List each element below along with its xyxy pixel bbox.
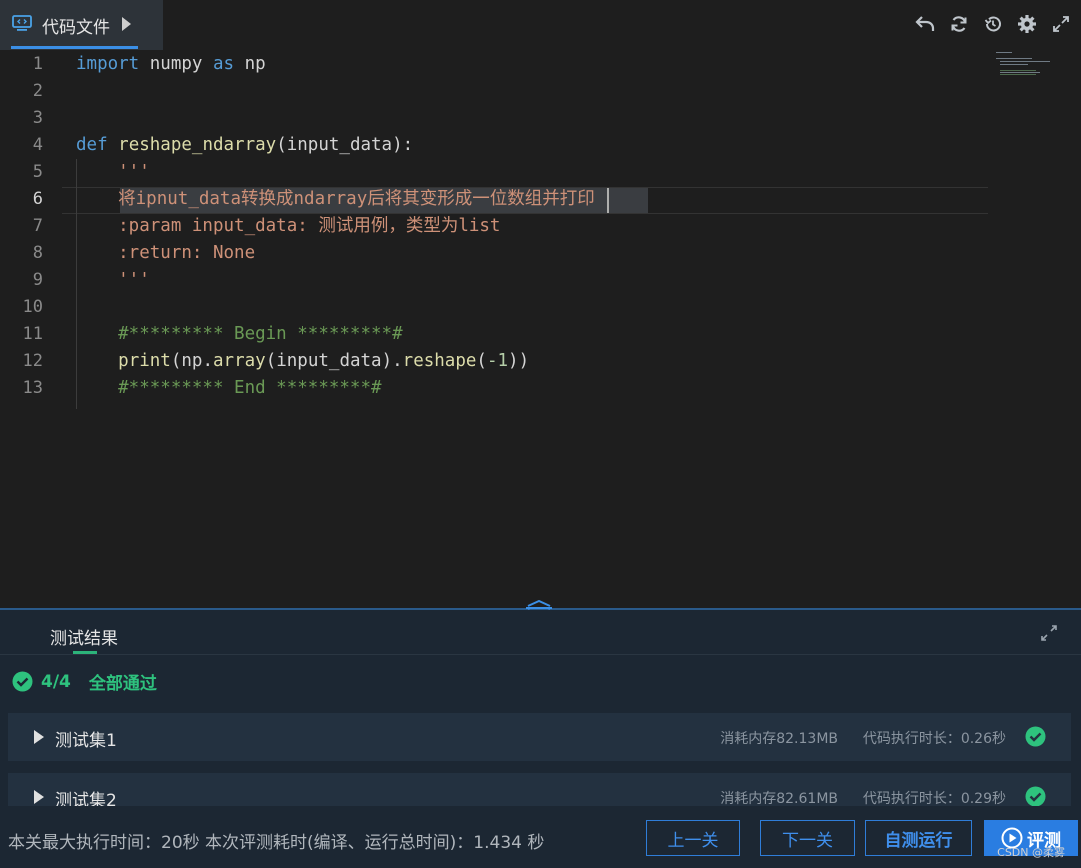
code-line[interactable]: :param input_data: 测试用例，类型为list [76, 213, 500, 240]
code-line[interactable]: 将ipnut_data转换成ndarray后将其变形成一位数组并打印 [76, 186, 595, 213]
code-token: numpy [139, 54, 213, 74]
code-line[interactable]: def reshape_ndarray(input_data): [76, 132, 413, 159]
expand-triangle-icon[interactable] [34, 730, 44, 744]
code-token: (np. [170, 351, 213, 371]
text-cursor [607, 188, 609, 213]
test-set-name: 测试集1 [55, 731, 117, 751]
code-token: -1 [486, 351, 509, 371]
code-token: (input_data). [265, 351, 403, 371]
history-icon[interactable] [981, 12, 1005, 36]
execution-time: 代码执行时长：0.26秒 [862, 731, 1006, 747]
code-token: )) [508, 351, 530, 371]
code-token: ''' [76, 270, 150, 290]
code-line[interactable]: ''' [76, 267, 150, 294]
line-number: 1 [32, 54, 43, 74]
next-level-label: 下一关 [782, 830, 833, 851]
line-number: 4 [32, 135, 43, 155]
line-number: 11 [22, 324, 43, 344]
line-number: 12 [22, 351, 43, 371]
line-number: 8 [32, 243, 43, 263]
code-token: #********* Begin *********# [76, 324, 403, 344]
line-number: 7 [32, 216, 43, 236]
settings-icon[interactable] [1015, 12, 1039, 36]
line-number: 13 [22, 378, 43, 398]
results-separator [0, 654, 1081, 655]
code-token: (input_data): [276, 135, 414, 155]
expand-triangle-icon[interactable] [34, 790, 44, 804]
pass-summary: 4/4 全部通过 [12, 669, 157, 694]
footer-bar: 本关最大执行时间：20秒 本次评测耗时(编译、运行总时间)：1.434 秒 上一… [0, 806, 1081, 868]
memory-usage: 消耗内存82.61MB [720, 791, 838, 807]
code-token: reshape_ndarray [118, 135, 277, 155]
file-tab-underline [11, 46, 138, 49]
code-token: array [213, 351, 266, 371]
file-tab[interactable]: 代码文件 [0, 0, 163, 50]
code-token: #********* End *********# [76, 378, 382, 398]
code-line[interactable]: import numpy as np [76, 51, 266, 78]
minimap[interactable] [996, 50, 1066, 90]
check-circle-icon [1025, 726, 1046, 747]
code-token: ( [476, 351, 487, 371]
chevron-right-icon[interactable] [122, 17, 131, 31]
memory-usage: 消耗内存82.13MB [720, 731, 838, 747]
execution-info: 本关最大执行时间：20秒 本次评测耗时(编译、运行总时间)：1.434 秒 [8, 833, 545, 853]
code-token: as [212, 54, 235, 74]
file-tab-label: 代码文件 [42, 18, 110, 38]
code-token: 将ipnut_data转换成ndarray后将其变形成一位数组并打印 [76, 189, 595, 209]
pass-text: 全部通过 [88, 674, 157, 694]
code-token: np [234, 54, 266, 74]
self-test-run-label: 自测运行 [884, 830, 953, 851]
watermark: CSDN @柔雾 [997, 846, 1065, 859]
test-set-row[interactable]: 测试集1 消耗内存82.13MB 代码执行时长：0.26秒 [8, 713, 1071, 761]
code-token: print [118, 351, 171, 371]
editor-toolbar [913, 12, 1081, 38]
editor-topbar: 代码文件 [0, 0, 1081, 50]
line-number: 3 [32, 108, 43, 128]
code-token: reshape [402, 351, 477, 371]
code-token: :return: None [76, 243, 256, 263]
tab-test-results[interactable]: 测试结果 [50, 624, 118, 649]
code-line[interactable]: #********* Begin *********# [76, 321, 403, 348]
undo-icon[interactable] [913, 12, 937, 36]
next-level-button[interactable]: 下一关 [760, 820, 855, 856]
code-line[interactable]: print(np.array(input_data).reshape(-1)) [76, 348, 529, 375]
line-number: 10 [22, 297, 43, 317]
line-number: 2 [32, 81, 43, 101]
execution-time: 代码执行时长：0.29秒 [862, 791, 1006, 807]
refresh-icon[interactable] [947, 12, 971, 36]
test-results-panel: 测试结果 4/4 全部通过 测试集1 消耗内存82.13MB 代码执行时长：0.… [0, 610, 1081, 821]
code-token: :param input_data: 测试用例，类型为list [76, 216, 501, 236]
prev-level-button[interactable]: 上一关 [646, 820, 740, 856]
fullscreen-icon[interactable] [1049, 12, 1073, 36]
code-monitor-icon [12, 15, 32, 31]
code-editor[interactable]: 1 2 3 4 5 6 7 8 9 10 11 12 13 import numpy as np def … [0, 50, 1081, 608]
code-line[interactable]: :return: None [76, 240, 255, 267]
prev-level-label: 上一关 [667, 830, 719, 851]
line-number: 6 [32, 189, 43, 209]
pass-count: 4/4 [41, 671, 71, 692]
self-test-run-button[interactable]: 自测运行 [865, 820, 972, 856]
check-circle-icon [1025, 786, 1046, 807]
code-token: def [76, 135, 108, 155]
code-token: ''' [76, 162, 150, 182]
check-circle-icon [12, 671, 33, 692]
code-line[interactable]: #********* End *********# [76, 375, 382, 402]
line-number: 9 [32, 270, 43, 290]
code-line[interactable]: ''' [76, 159, 150, 186]
line-number: 5 [32, 162, 43, 182]
expand-icon[interactable] [1040, 624, 1058, 642]
code-token: import [76, 54, 140, 74]
